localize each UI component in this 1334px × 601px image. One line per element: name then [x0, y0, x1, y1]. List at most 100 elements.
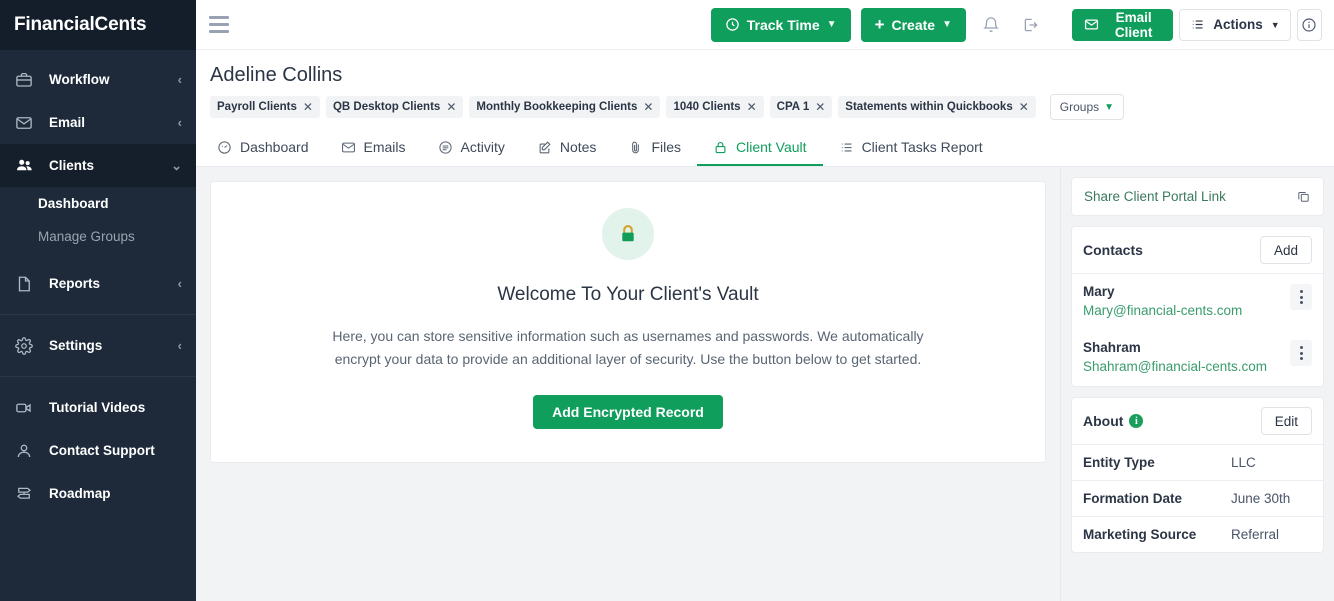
group-tag[interactable]: Payroll Clients ✕	[210, 96, 320, 118]
about-panel: About i Edit Entity Type LLC Formation D…	[1071, 397, 1324, 553]
client-tabs: Dashboard Emails Activity Notes Files Cl…	[196, 130, 1334, 167]
close-icon[interactable]: ✕	[1019, 101, 1029, 113]
contact-more-options-icon[interactable]	[1290, 284, 1312, 310]
sidebar-item-label: Workflow	[49, 72, 110, 87]
tab-client-tasks-report[interactable]: Client Tasks Report	[823, 130, 999, 166]
sidebar-item-contact-support[interactable]: Contact Support	[0, 429, 196, 472]
tab-dashboard[interactable]: Dashboard	[210, 130, 325, 166]
contact-more-options-icon[interactable]	[1290, 340, 1312, 366]
topbar: Track Time ▼ + Create ▼	[196, 0, 1060, 50]
client-group-tags: Payroll Clients ✕ QB Desktop Clients ✕ M…	[210, 94, 1320, 120]
info-circle-icon[interactable]: i	[1129, 414, 1144, 428]
sidebar-item-settings[interactable]: Settings ‹	[0, 324, 196, 367]
info-circle-icon[interactable]	[1296, 8, 1322, 41]
create-button[interactable]: + Create ▼	[860, 7, 966, 42]
edit-about-button[interactable]: Edit	[1260, 407, 1312, 435]
about-key: Entity Type	[1083, 455, 1155, 470]
email-client-button[interactable]: Email Client	[1072, 8, 1174, 41]
contacts-title: Contacts	[1083, 242, 1143, 258]
document-icon	[13, 273, 35, 295]
sidebar-reports-block: Reports ‹	[0, 253, 196, 305]
signpost-icon	[13, 483, 35, 505]
contact-name: Mary	[1083, 284, 1115, 299]
group-tag[interactable]: QB Desktop Clients ✕	[325, 96, 464, 118]
chevron-left-icon: ‹	[177, 276, 182, 291]
logout-icon[interactable]	[1016, 10, 1046, 40]
contact-row[interactable]: Mary Mary@financial-cents.com	[1072, 274, 1323, 330]
tab-client-vault[interactable]: Client Vault	[697, 130, 823, 166]
copy-icon[interactable]	[1296, 189, 1311, 204]
actions-label: Actions	[1213, 17, 1263, 32]
close-icon[interactable]: ✕	[643, 101, 653, 113]
tab-label: Dashboard	[240, 139, 309, 155]
group-tag[interactable]: Monthly Bookkeeping Clients ✕	[469, 96, 661, 118]
sidebar-item-clients-dashboard[interactable]: Dashboard	[0, 187, 196, 220]
sidebar-item-tutorial-videos[interactable]: Tutorial Videos	[0, 386, 196, 429]
close-icon[interactable]: ✕	[747, 101, 757, 113]
about-row: Entity Type LLC	[1072, 445, 1323, 481]
sidebar-subitem-label: Dashboard	[38, 196, 109, 211]
vault-description: Here, you can store sensitive informatio…	[332, 328, 924, 367]
video-camera-icon	[13, 397, 35, 419]
notification-bell-icon[interactable]	[976, 10, 1006, 40]
hamburger-menu-icon[interactable]	[208, 14, 230, 36]
tab-files[interactable]: Files	[612, 130, 697, 166]
add-contact-button[interactable]: Add	[1259, 236, 1312, 264]
actions-button[interactable]: Actions ▼	[1179, 8, 1291, 41]
sidebar-settings-block: Settings ‹	[0, 315, 196, 367]
paperclip-icon	[628, 140, 643, 155]
right-sidebar-scroll[interactable]: Share Client Portal Link Contacts Add Ma…	[1061, 167, 1334, 601]
close-icon[interactable]: ✕	[815, 101, 825, 113]
contact-email[interactable]: Mary@financial-cents.com	[1083, 303, 1242, 318]
sidebar-item-label: Email	[49, 115, 86, 130]
clock-icon	[725, 17, 740, 32]
chevron-down-icon: ▼	[826, 19, 837, 30]
tab-emails[interactable]: Emails	[325, 130, 422, 166]
add-encrypted-record-button[interactable]: Add Encrypted Record	[533, 395, 723, 429]
sidebar-item-label: Roadmap	[49, 486, 111, 501]
contact-info: Shahram Shahram@financial-cents.com	[1083, 340, 1267, 374]
groups-dropdown-button[interactable]: Groups ▼	[1049, 94, 1125, 120]
person-icon	[13, 440, 35, 462]
contact-name: Shahram	[1083, 340, 1141, 355]
contact-email[interactable]: Shahram@financial-cents.com	[1083, 359, 1267, 374]
group-tag[interactable]: 1040 Clients ✕	[666, 96, 764, 118]
sidebar-item-manage-groups[interactable]: Manage Groups	[0, 220, 196, 253]
tab-activity[interactable]: Activity	[422, 130, 521, 166]
sidebar-item-clients[interactable]: Clients ⌄	[0, 144, 196, 187]
sidebar: FinancialCents Workflow ‹ Email ‹ Client…	[0, 0, 196, 601]
close-icon[interactable]: ✕	[446, 101, 456, 113]
contact-info: Mary Mary@financial-cents.com	[1083, 284, 1242, 318]
create-label: Create	[891, 16, 936, 33]
group-tag[interactable]: Statements within Quickbooks ✕	[838, 96, 1036, 118]
page-title: Adeline Collins	[210, 64, 343, 86]
about-title: About i	[1083, 413, 1144, 429]
tab-label: Activity	[460, 139, 505, 155]
tab-label: Notes	[559, 139, 597, 155]
group-tag-label: Statements within Quickbooks	[845, 101, 1013, 113]
vault-content: Welcome To Your Client's Vault Here, you…	[196, 167, 1060, 601]
about-header: About i Edit	[1072, 398, 1323, 445]
sidebar-item-email[interactable]: Email ‹	[0, 101, 196, 144]
brand-logo[interactable]: FinancialCents	[0, 0, 196, 50]
sidebar-item-workflow[interactable]: Workflow ‹	[0, 58, 196, 101]
chevron-left-icon: ‹	[177, 115, 182, 130]
sidebar-item-label: Clients	[49, 158, 95, 173]
share-client-portal-link[interactable]: Share Client Portal Link	[1084, 189, 1226, 204]
sidebar-item-reports[interactable]: Reports ‹	[0, 262, 196, 305]
app-root: FinancialCents Workflow ‹ Email ‹ Client…	[0, 0, 1334, 601]
share-client-portal-link-row[interactable]: Share Client Portal Link	[1072, 178, 1323, 215]
sidebar-item-roadmap[interactable]: Roadmap	[0, 472, 196, 515]
right-panel-actions: Email Client Actions ▼	[1060, 0, 1334, 50]
contact-row[interactable]: Shahram Shahram@financial-cents.com	[1072, 330, 1323, 386]
sidebar-subitem-label: Manage Groups	[38, 229, 135, 244]
page-body: Welcome To Your Client's Vault Here, you…	[196, 167, 1334, 601]
about-key: Formation Date	[1083, 491, 1183, 506]
sidebar-item-label: Reports	[49, 276, 101, 291]
track-time-button[interactable]: Track Time ▼	[710, 7, 851, 42]
close-icon[interactable]: ✕	[303, 101, 313, 113]
tab-notes[interactable]: Notes	[521, 130, 613, 166]
chevron-down-icon: ▼	[942, 19, 952, 30]
group-tag[interactable]: CPA 1 ✕	[769, 96, 833, 118]
email-client-label: Email Client	[1114, 9, 1153, 40]
